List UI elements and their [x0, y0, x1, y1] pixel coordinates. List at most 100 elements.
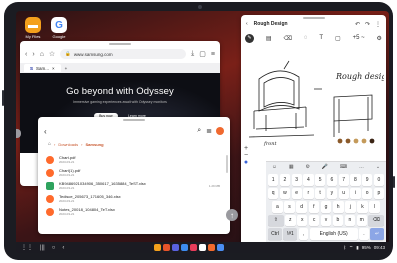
key[interactable]: v — [320, 214, 332, 226]
ctrl-key[interactable]: Ctrl — [268, 228, 282, 240]
home-folder-icon[interactable]: ⌂ — [48, 141, 51, 147]
keyboard-mode-icon[interactable]: ⌨ — [340, 164, 347, 170]
key[interactable]: w — [279, 187, 290, 199]
space-key[interactable]: English (US) — [309, 228, 358, 240]
lasso-icon[interactable]: ◌ — [304, 35, 308, 41]
back-icon[interactable]: ‹ — [246, 21, 248, 27]
tabs-icon[interactable]: ▢ — [199, 50, 206, 58]
key[interactable]: 3 — [291, 174, 302, 186]
key[interactable]: o — [362, 187, 373, 199]
internet-dock-icon[interactable] — [172, 244, 179, 251]
settings-icon[interactable]: ⚙ — [305, 164, 309, 170]
key[interactable]: x — [297, 214, 308, 226]
key[interactable]: k — [357, 201, 368, 213]
gallery-dock-icon[interactable] — [208, 244, 215, 251]
notes-dock-icon[interactable] — [163, 244, 170, 251]
key[interactable]: 1 — [268, 174, 279, 186]
key[interactable]: a — [272, 201, 283, 213]
key[interactable]: 5 — [315, 174, 326, 186]
more-icon[interactable]: ⋮ — [375, 21, 381, 28]
key[interactable]: l — [369, 201, 381, 213]
zoom-level[interactable]: +5 ~ — [353, 35, 365, 41]
list-item[interactable]: Chart.pdf 2023-03-21 — [46, 153, 220, 166]
scroll-up-button[interactable]: ↑ — [226, 209, 238, 221]
camera-dock-icon[interactable] — [190, 244, 197, 251]
search-icon[interactable]: ⌕ — [197, 127, 201, 135]
key[interactable]: i — [350, 187, 361, 199]
my-files-dock-icon[interactable] — [154, 244, 161, 251]
breadcrumb-item[interactable]: Samsung — [86, 142, 104, 147]
key[interactable]: 4 — [303, 174, 314, 186]
back-button-icon[interactable]: ‹ — [62, 245, 64, 251]
shape-icon[interactable]: ▢ — [335, 35, 341, 42]
emoji-icon[interactable]: ☺ — [272, 164, 277, 170]
bookmark-star-icon[interactable]: ☆ — [49, 50, 55, 58]
shift-key[interactable]: ⇧ — [268, 214, 284, 226]
settings-icon[interactable]: ⚙ — [377, 35, 382, 42]
chrome-dock-icon[interactable] — [199, 244, 206, 251]
key[interactable]: z — [285, 214, 296, 226]
more-icon[interactable]: … — [359, 164, 364, 170]
window-handle[interactable] — [109, 43, 131, 45]
key[interactable]: 0 — [373, 174, 384, 186]
key[interactable]: b — [332, 214, 344, 226]
plus-icon[interactable]: + — [242, 145, 250, 152]
list-item[interactable]: KB9486921034906_350617_1635884_TeST.xlsx… — [46, 179, 220, 192]
app-icon-google[interactable]: G Google — [48, 17, 70, 39]
key[interactable]: h — [332, 201, 344, 213]
key[interactable]: d — [296, 201, 308, 213]
back-icon[interactable]: ‹ — [25, 51, 27, 58]
breadcrumb-item[interactable]: Downloads — [58, 142, 78, 147]
key[interactable]: c — [308, 214, 320, 226]
menu-icon[interactable]: ≡ — [211, 51, 215, 58]
app-icon-my-files[interactable]: ▬ My Files — [22, 17, 44, 39]
apps-grid-icon[interactable]: ⋮⋮ — [21, 244, 33, 251]
pen-color-icon[interactable]: ● — [242, 159, 250, 166]
key[interactable]: u — [338, 187, 349, 199]
settings-dock-icon[interactable] — [217, 244, 224, 251]
key[interactable]: 6 — [326, 174, 337, 186]
address-bar[interactable]: 🔒 www.samsung.com — [60, 49, 187, 59]
highlighter-icon[interactable]: ▤ — [266, 35, 272, 42]
download-icon[interactable]: ⤓ — [191, 50, 194, 58]
home-icon[interactable]: ⌂ — [40, 51, 44, 58]
scrollbar[interactable] — [226, 155, 228, 173]
sticker-icon[interactable]: ▦ — [289, 164, 294, 170]
key[interactable]: m — [356, 214, 367, 226]
key[interactable]: r — [303, 187, 314, 199]
period-key[interactable]: . — [359, 228, 369, 240]
undo-icon[interactable]: ↶ — [355, 21, 360, 28]
list-item[interactable]: Chart(1).pdf 2023-03-21 — [46, 166, 220, 179]
key[interactable]: 2 — [279, 174, 290, 186]
account-avatar[interactable] — [216, 127, 224, 135]
key[interactable]: 8 — [350, 174, 361, 186]
redo-icon[interactable]: ↷ — [365, 21, 370, 28]
microphone-icon[interactable]: 🎤 — [322, 164, 328, 170]
list-item[interactable]: Notes_20018_104804_TeT.xlsx 2023-03-21 — [46, 205, 220, 218]
pen-icon[interactable]: ✎ — [245, 33, 254, 43]
symbols-key[interactable]: !#1 — [283, 228, 298, 240]
minus-icon[interactable]: − — [242, 152, 250, 159]
new-tab-button[interactable]: + — [65, 66, 68, 71]
key[interactable]: y — [326, 187, 337, 199]
enter-key[interactable]: ↵ — [370, 228, 384, 240]
key[interactable]: t — [315, 187, 326, 199]
key[interactable]: q — [268, 187, 279, 199]
home-button-icon[interactable]: ○ — [52, 245, 56, 251]
comma-key[interactable]: , — [298, 228, 309, 240]
close-tab-icon[interactable]: × — [52, 66, 55, 71]
key[interactable]: p — [373, 187, 384, 199]
backspace-key[interactable]: ⌫ — [368, 214, 385, 226]
back-icon[interactable]: ‹ — [44, 127, 47, 136]
forward-icon[interactable]: › — [32, 51, 34, 58]
hide-keyboard-icon[interactable]: ⌄ — [376, 164, 380, 170]
key[interactable]: g — [320, 201, 332, 213]
key[interactable]: f — [308, 201, 320, 213]
key[interactable]: 9 — [362, 174, 373, 186]
key[interactable]: n — [344, 214, 356, 226]
key[interactable]: e — [291, 187, 302, 199]
recents-icon[interactable]: ||| — [40, 245, 45, 251]
browser-tab[interactable]: S Sam... × — [24, 64, 61, 72]
key[interactable]: s — [284, 201, 295, 213]
messages-dock-icon[interactable] — [181, 244, 188, 251]
